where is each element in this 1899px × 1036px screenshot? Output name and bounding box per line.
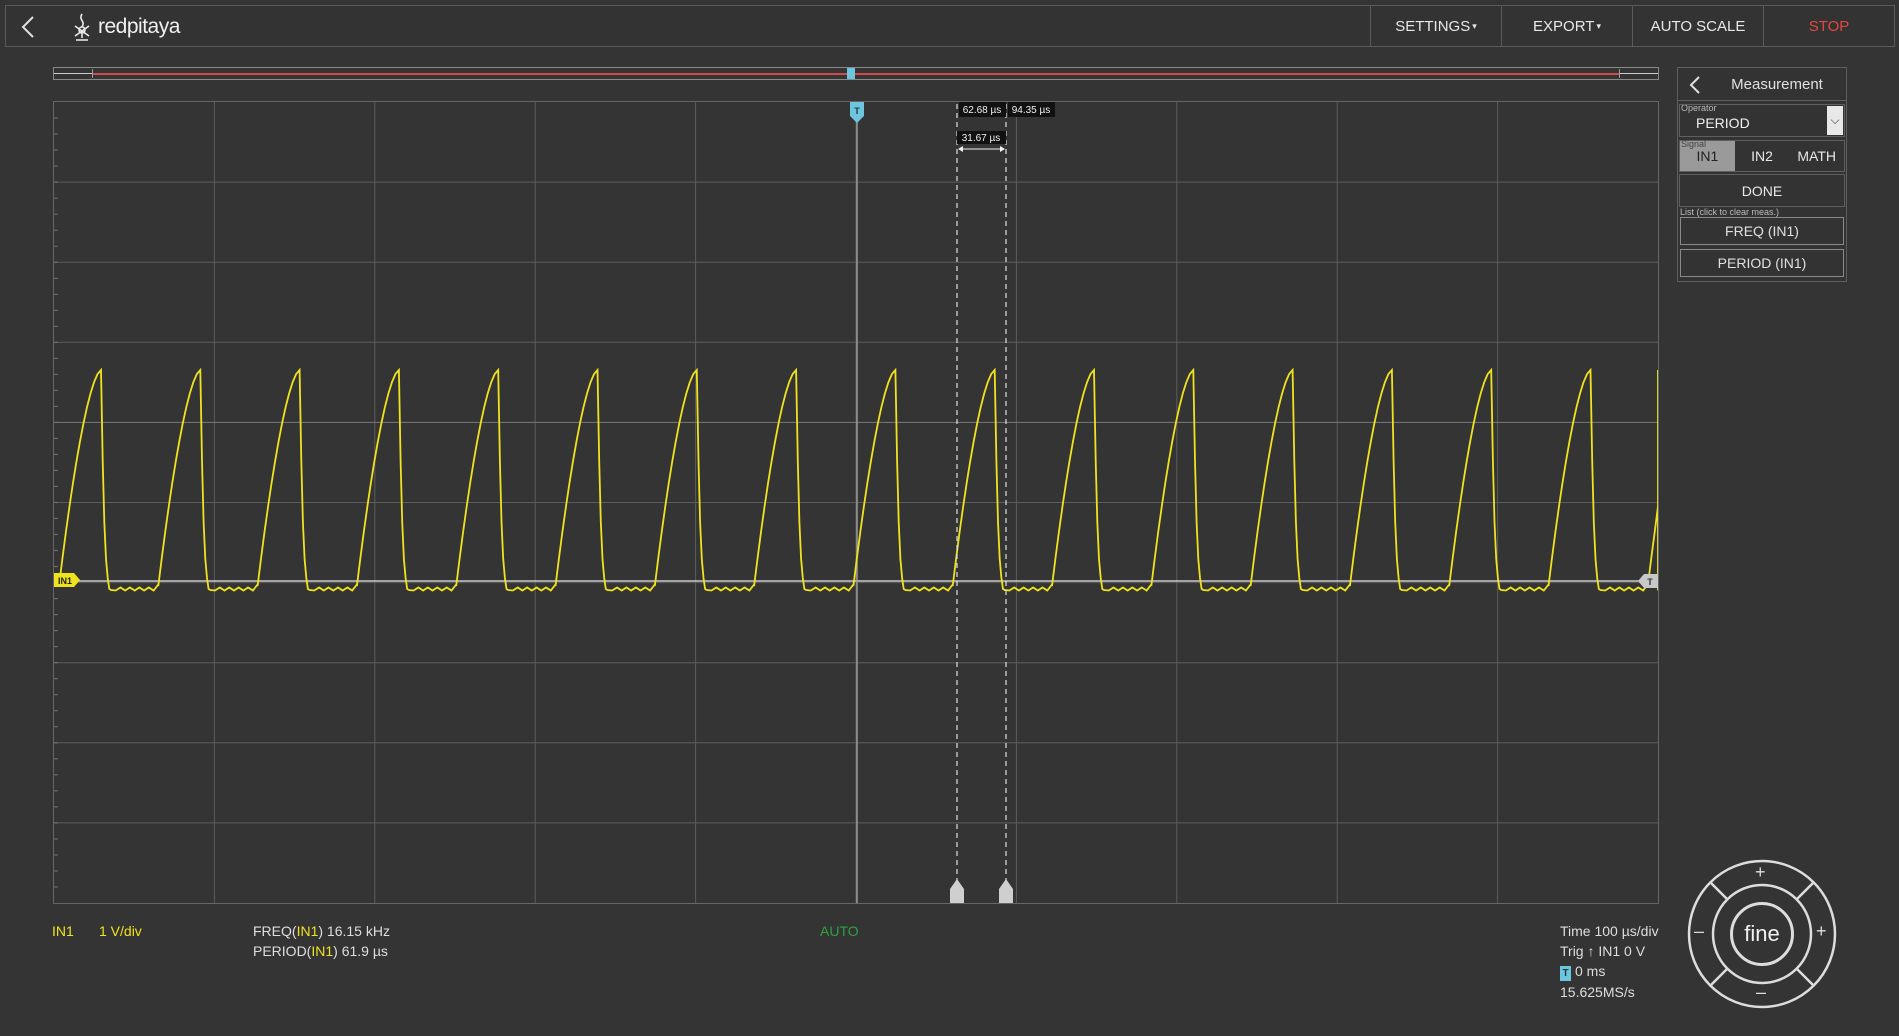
channel-scale[interactable]: 1 V/div: [99, 923, 142, 939]
trigger-readout: Trig ↑ IN1 0 V: [1560, 943, 1646, 959]
measurement-panel-header: Measurement: [1678, 68, 1846, 101]
measurement-list-item-period[interactable]: PERIOD (IN1): [1680, 249, 1844, 277]
grid-ticks: [54, 117, 58, 888]
grid: [54, 102, 1658, 903]
export-menu-button[interactable]: EXPORT ▾: [1501, 6, 1632, 46]
buffer-range-line: [93, 73, 1619, 75]
fine-control-dial: fine + – – +: [1686, 858, 1838, 1010]
measurement-list-item-freq[interactable]: FREQ (IN1): [1680, 217, 1844, 245]
chevron-left-icon: [21, 16, 34, 38]
chevron-left-icon: [1689, 76, 1700, 94]
dial-left-button[interactable]: –: [1694, 921, 1704, 942]
oscilloscope-plot[interactable]: 62.68 µs 94.35 µs 31.67 µs T IN1 T: [53, 101, 1659, 904]
signal-math-button[interactable]: MATH: [1789, 141, 1844, 171]
cursor-delta-arrow-right: [1000, 146, 1005, 152]
dial-up-button[interactable]: +: [1755, 862, 1766, 883]
sample-rate-readout: 15.625MS/s: [1560, 984, 1635, 1000]
buffer-scrollbar[interactable]: [53, 67, 1659, 80]
back-button[interactable]: [6, 6, 50, 48]
measurement-freq-readout: FREQ(IN1) 16.15 kHz: [253, 923, 390, 939]
cursor-x2-label: 94.35 µs: [1012, 105, 1051, 116]
buffer-view-range: [92, 69, 1620, 78]
settings-menu-button[interactable]: SETTINGS ▾: [1370, 6, 1501, 46]
top-menu: SETTINGS ▾ EXPORT ▾ AUTO SCALE STOP: [1370, 6, 1894, 46]
channel-name: IN1: [52, 923, 74, 939]
chevron-down-icon: ⌵: [1827, 106, 1843, 135]
operator-select[interactable]: PERIOD ⌵: [1679, 104, 1845, 137]
done-button[interactable]: DONE: [1679, 174, 1845, 207]
caret-down-icon: ▾: [1596, 20, 1601, 31]
top-bar: redpitaya SETTINGS ▾ EXPORT ▾ AUTO SCALE S…: [5, 5, 1895, 47]
cursor-delta-arrow-left: [958, 146, 963, 152]
buffer-edge-left: [54, 73, 92, 74]
measurement-back-button[interactable]: [1684, 74, 1706, 96]
buffer-edge-right: [1620, 73, 1658, 74]
dial-down-button[interactable]: –: [1756, 982, 1766, 1003]
logo-text: redpitaya: [98, 15, 180, 38]
time-offset-readout: T0 ms: [1560, 963, 1605, 981]
measurement-period-readout: PERIOD(IN1) 61.9 µs: [253, 943, 388, 959]
operator-value: PERIOD: [1696, 115, 1750, 131]
auto-scale-button[interactable]: AUTO SCALE: [1632, 6, 1763, 46]
stop-button[interactable]: STOP: [1763, 6, 1894, 46]
trigger-badge-icon: T: [1560, 966, 1571, 981]
dial-right-button[interactable]: +: [1816, 921, 1827, 942]
fine-toggle-button[interactable]: fine: [1730, 902, 1794, 966]
logo: redpitaya: [70, 12, 180, 42]
signal-label: Signal: [1681, 139, 1707, 149]
signal-in2-button[interactable]: IN2: [1735, 141, 1790, 171]
trigger-level-label: T: [1647, 577, 1653, 587]
trigger-marker-label: T: [854, 106, 860, 116]
measurement-list-label: List (click to clear meas.): [1680, 207, 1780, 217]
cursor-x1-handle[interactable]: [950, 879, 964, 903]
cursor-x2-handle[interactable]: [999, 879, 1013, 903]
cursor-x1-label: 62.68 µs: [963, 105, 1002, 116]
in1-marker-label: IN1: [58, 576, 72, 586]
plot-canvas: 62.68 µs 94.35 µs 31.67 µs T IN1 T: [54, 102, 1658, 903]
redpitaya-logo-icon: [74, 13, 90, 41]
caret-down-icon: ▾: [1472, 20, 1477, 31]
measurement-panel: Measurement Operator PERIOD ⌵ IN1 IN2 MA…: [1677, 67, 1847, 282]
trigger-mode-status: AUTO: [820, 923, 859, 939]
measurement-panel-title: Measurement: [1731, 76, 1823, 93]
time-scale-readout: Time 100 µs/div: [1560, 923, 1659, 939]
buffer-position-thumb[interactable]: [847, 68, 855, 79]
cursor-delta-label: 31.67 µs: [962, 133, 1001, 144]
